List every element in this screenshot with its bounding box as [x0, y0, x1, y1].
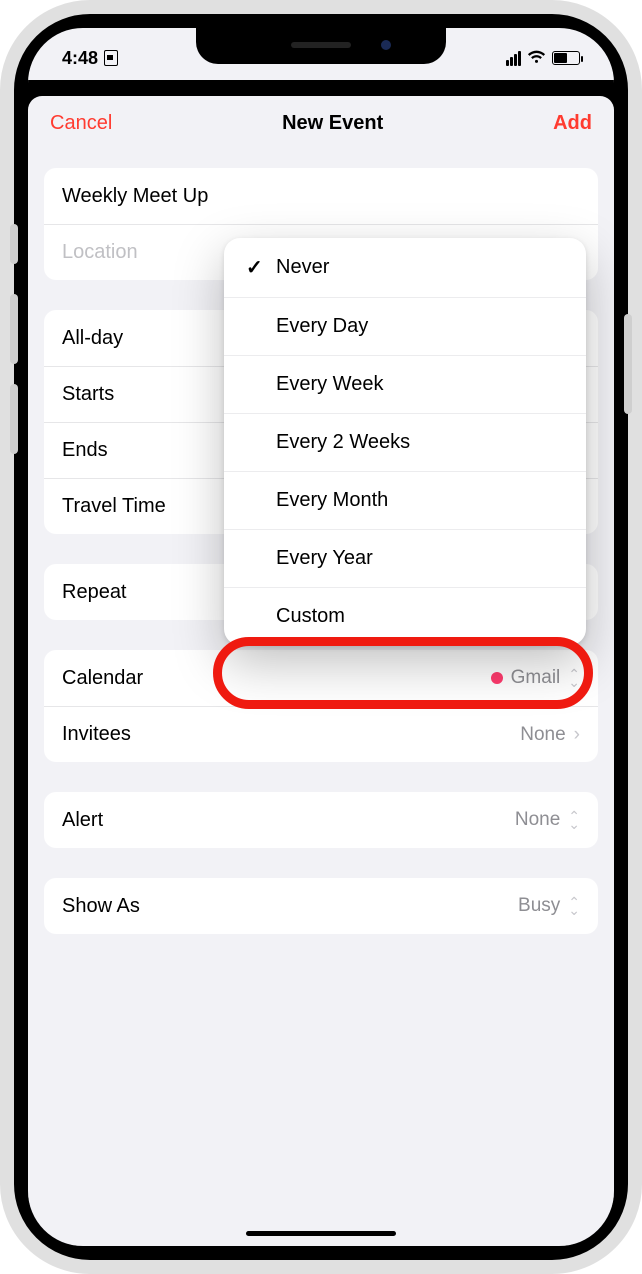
calendar-row[interactable]: Calendar Gmail ⌃⌄	[44, 650, 598, 706]
home-indicator[interactable]	[246, 1231, 396, 1236]
repeat-option-custom[interactable]: Custom	[224, 587, 586, 645]
alert-label: Alert	[62, 809, 103, 832]
calendar-value: Gmail	[511, 667, 561, 689]
showas-group: Show As Busy ⌃⌄	[44, 878, 598, 934]
add-button[interactable]: Add	[553, 112, 592, 135]
title-field[interactable]: Weekly Meet Up	[44, 168, 598, 224]
invitees-value: None	[520, 724, 565, 746]
repeat-option-every-2-weeks[interactable]: Every 2 Weeks	[224, 413, 586, 471]
chevron-right-icon: ›	[574, 724, 580, 746]
page-title: New Event	[282, 112, 383, 135]
event-title-value: Weekly Meet Up	[62, 185, 208, 208]
repeat-option-never[interactable]: ✓ Never	[224, 238, 586, 297]
cellular-icon	[505, 51, 521, 66]
travel-time-label: Travel Time	[62, 495, 166, 518]
sim-icon	[104, 50, 118, 66]
alert-row[interactable]: Alert None ⌃⌄	[44, 792, 598, 848]
phone-frame: 4:48 Cancel New Event	[0, 0, 642, 1274]
repeat-label: Repeat	[62, 581, 127, 604]
power-button	[624, 314, 632, 414]
location-placeholder: Location	[62, 241, 138, 264]
alert-value: None	[515, 809, 560, 831]
cancel-button[interactable]: Cancel	[50, 112, 112, 135]
repeat-option-label: Every Day	[276, 315, 368, 338]
repeat-option-label: Every Week	[276, 373, 383, 396]
battery-icon	[552, 51, 580, 65]
notch	[196, 28, 446, 64]
repeat-option-label: Custom	[276, 605, 345, 628]
repeat-option-label: Never	[276, 256, 329, 279]
wifi-icon	[527, 48, 546, 69]
repeat-option-every-year[interactable]: Every Year	[224, 529, 586, 587]
repeat-option-every-week[interactable]: Every Week	[224, 355, 586, 413]
volume-up-button	[10, 294, 18, 364]
clock: 4:48	[62, 48, 98, 69]
showas-value: Busy	[518, 895, 560, 917]
volume-down-button	[10, 384, 18, 454]
repeat-option-label: Every Month	[276, 489, 388, 512]
invitees-label: Invitees	[62, 723, 131, 746]
invitees-row[interactable]: Invitees None ›	[44, 706, 598, 762]
calendar-invitees-group: Calendar Gmail ⌃⌄ Invitees None ›	[44, 650, 598, 762]
chevron-updown-icon: ⌃⌄	[568, 898, 580, 914]
chevron-updown-icon: ⌃⌄	[568, 670, 580, 686]
allday-label: All-day	[62, 327, 123, 350]
repeat-option-label: Every Year	[276, 547, 373, 570]
starts-label: Starts	[62, 383, 114, 406]
chevron-updown-icon: ⌃⌄	[568, 812, 580, 828]
repeat-option-every-month[interactable]: Every Month	[224, 471, 586, 529]
showas-label: Show As	[62, 895, 140, 918]
repeat-option-every-day[interactable]: Every Day	[224, 297, 586, 355]
check-icon: ✓	[246, 255, 276, 280]
mute-switch	[10, 224, 18, 264]
repeat-option-label: Every 2 Weeks	[276, 431, 410, 454]
calendar-label: Calendar	[62, 667, 143, 690]
showas-row[interactable]: Show As Busy ⌃⌄	[44, 878, 598, 934]
ends-label: Ends	[62, 439, 108, 462]
calendar-color-dot	[491, 672, 503, 684]
navbar: Cancel New Event Add	[28, 96, 614, 150]
repeat-popover: ✓ Never Every Day Every Week Every 2 Wee…	[224, 238, 586, 645]
alert-group: Alert None ⌃⌄	[44, 792, 598, 848]
